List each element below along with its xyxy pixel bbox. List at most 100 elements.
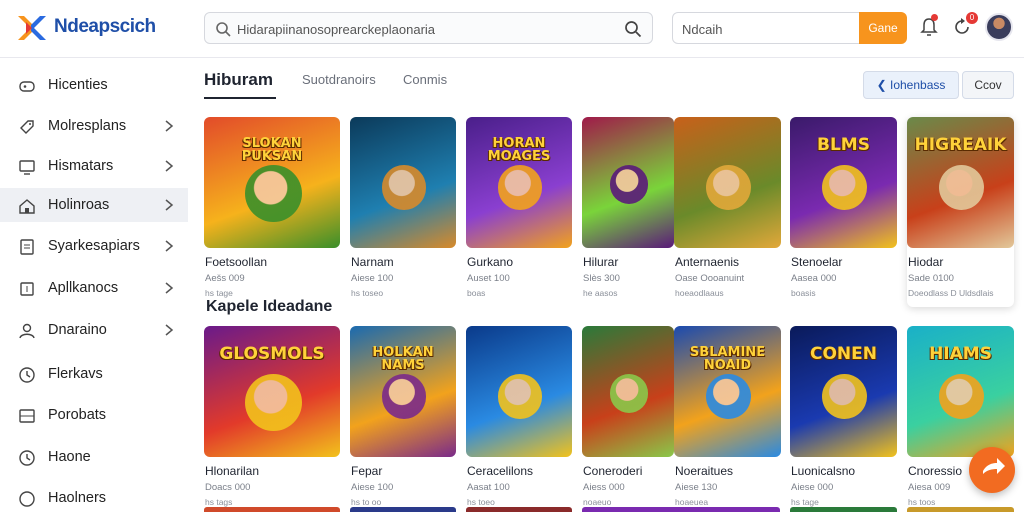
game-meta: Aasat 100 (467, 482, 510, 493)
search-submit-icon[interactable] (624, 20, 642, 38)
sidebar-item-label: Flerkavs (48, 366, 103, 382)
chevron-right-icon (165, 240, 174, 252)
game-name: Noeraitues (675, 464, 734, 478)
game-character-art (497, 165, 543, 210)
game-character-art (244, 374, 302, 432)
brand-name[interactable]: Ndeapscich (54, 16, 156, 38)
game-card[interactable]: Coneroderi Aiess 000 noaeuo (582, 326, 674, 516)
game-thumbnail[interactable]: HIAMS (907, 326, 1014, 457)
game-title-art: BLMS (817, 135, 870, 155)
game-thumbnail[interactable] (674, 117, 781, 248)
game-card[interactable]: BLMS Stenoelar Aasea 000 boasis (790, 117, 897, 307)
sidebar-item[interactable]: Haone (0, 440, 188, 474)
game-thumbnail[interactable]: HOLKAN NAMS (350, 326, 456, 457)
game-name: Stenoelar (791, 255, 843, 269)
game-name: Ceracelilons (467, 464, 534, 478)
avatar[interactable] (985, 13, 1013, 41)
sidebar-item[interactable]: Hismatars (0, 149, 188, 183)
game-meta: Slès 300 (583, 273, 620, 284)
game-title-art: GLOSMOLS (219, 344, 325, 364)
game-card[interactable]: GLOSMOLS Hlonarilan Doacs 000 hs tags (204, 326, 340, 516)
sidebar-item-label: Haone (48, 449, 91, 465)
game-tags: hs tage (205, 288, 233, 298)
row-3-peek (466, 507, 572, 512)
sidebar-item[interactable]: Dnaraino (0, 313, 188, 347)
login-field[interactable] (672, 12, 860, 44)
circle-icon (19, 491, 35, 507)
search-input[interactable] (237, 19, 617, 39)
share-fab-button[interactable] (969, 447, 1015, 493)
row-3-peek (350, 507, 456, 512)
top-bar: Ndeapscich Gane 0 (0, 0, 1024, 58)
game-thumbnail[interactable]: SBLAMINE NOAID (674, 326, 781, 457)
gamepad-icon (19, 81, 35, 92)
sidebar-item[interactable]: Flerkavs (0, 357, 188, 391)
game-tags: hs tags (205, 497, 233, 507)
game-tags: hs toseo (351, 288, 384, 298)
clock-icon (19, 450, 35, 466)
game-title-art: HORAN MOAGES (487, 136, 551, 164)
game-card[interactable]: HORAN MOAGES Gurkano Auset 100 boas (466, 117, 572, 307)
game-name: Foetsoollan (205, 255, 268, 269)
brand-logo-icon[interactable] (16, 12, 48, 44)
game-thumbnail[interactable] (582, 117, 674, 248)
login-input[interactable] (682, 19, 852, 39)
filter-primary-button[interactable]: ❮ Iohenbass (863, 71, 959, 99)
chevron-right-icon (165, 120, 174, 132)
sidebar-item-label: Molresplans (48, 118, 127, 134)
game-card[interactable]: Hilurar Slès 300 he aasos (582, 117, 674, 307)
game-card[interactable]: HIGREAIK Hiodar Sade 0100 Doeodlass D Uldsd… (907, 117, 1014, 307)
tab-suotdranoirs[interactable]: Suotdranoirs (302, 72, 376, 87)
game-character-art (706, 165, 752, 210)
go-button[interactable]: Gane (859, 12, 907, 44)
arrow-right-icon (983, 458, 1005, 474)
chevron-right-icon (165, 282, 174, 294)
game-thumbnail[interactable]: SLOKAN PUKSAN (204, 117, 340, 248)
tab-hiburam[interactable]: Hiburam (204, 70, 273, 90)
sidebar-item-label: Hismatars (48, 158, 114, 174)
game-title-art: SLOKAN PUKSAN (241, 136, 303, 164)
sidebar-item[interactable]: Apllkanocs (0, 271, 188, 305)
tab-conmis[interactable]: Conmis (403, 72, 447, 87)
game-thumbnail[interactable]: HORAN MOAGES (466, 117, 572, 248)
game-meta: Aiess 000 (583, 482, 625, 493)
game-meta: Aiese 000 (791, 482, 834, 493)
game-title-art: HIGREAIK (914, 135, 1007, 155)
game-name: Cnoressio (908, 464, 963, 478)
chevron-right-icon (165, 199, 174, 211)
sidebar-item[interactable]: Holinroas (0, 188, 188, 222)
search-bar[interactable] (204, 12, 653, 44)
game-card[interactable]: SLOKAN PUKSAN Foetsoollan Aešs 009 hs tage (204, 117, 340, 307)
sidebar-item[interactable]: Porobats (0, 398, 188, 432)
game-character-art (609, 374, 649, 413)
game-meta: Aiese 130 (675, 482, 718, 493)
game-card[interactable]: Anternaenis Oase Oooanuint hoeaodlaaus (674, 117, 781, 307)
game-thumbnail[interactable]: GLOSMOLS (204, 326, 340, 457)
game-thumbnail[interactable] (466, 326, 572, 457)
square-icon (20, 282, 34, 296)
game-name: Anternaenis (675, 255, 740, 269)
game-card[interactable]: Ceracelilons Aasat 100 hs toeo (466, 326, 572, 516)
game-thumbnail[interactable] (350, 117, 456, 248)
filter-secondary-button[interactable]: Ccov (962, 71, 1014, 99)
row-3-peek (907, 507, 1014, 512)
chevron-right-icon (165, 160, 174, 172)
game-card[interactable]: SBLAMINE NOAID Noeraitues Aiese 130 hoaeuea (674, 326, 781, 516)
sidebar-item[interactable]: Haolners (0, 481, 188, 515)
game-card[interactable]: HOLKAN NAMS Fepar Aiese 100 hs to oo (350, 326, 456, 516)
notification-dot (931, 14, 938, 21)
game-meta: Aiese 100 (351, 273, 394, 284)
game-thumbnail[interactable]: BLMS (790, 117, 897, 248)
sidebar-item[interactable]: Hicenties (0, 68, 188, 102)
game-card[interactable]: CONEN Luonicalsno Aiese 000 hs tage (790, 326, 897, 516)
game-tags: hoeaodlaaus (675, 288, 724, 298)
sidebar-item[interactable]: Syarkesapiars (0, 229, 188, 263)
sidebar-item[interactable]: Molresplans (0, 109, 188, 143)
game-card[interactable]: Narnam Aiese 100 hs toseo (350, 117, 456, 307)
row-3-peek (790, 507, 897, 512)
game-thumbnail[interactable] (582, 326, 674, 457)
game-thumbnail[interactable]: HIGREAIK (907, 117, 1014, 248)
game-tags: hs tage (791, 497, 819, 507)
game-tags: hoaeuea (675, 497, 709, 507)
game-thumbnail[interactable]: CONEN (790, 326, 897, 457)
